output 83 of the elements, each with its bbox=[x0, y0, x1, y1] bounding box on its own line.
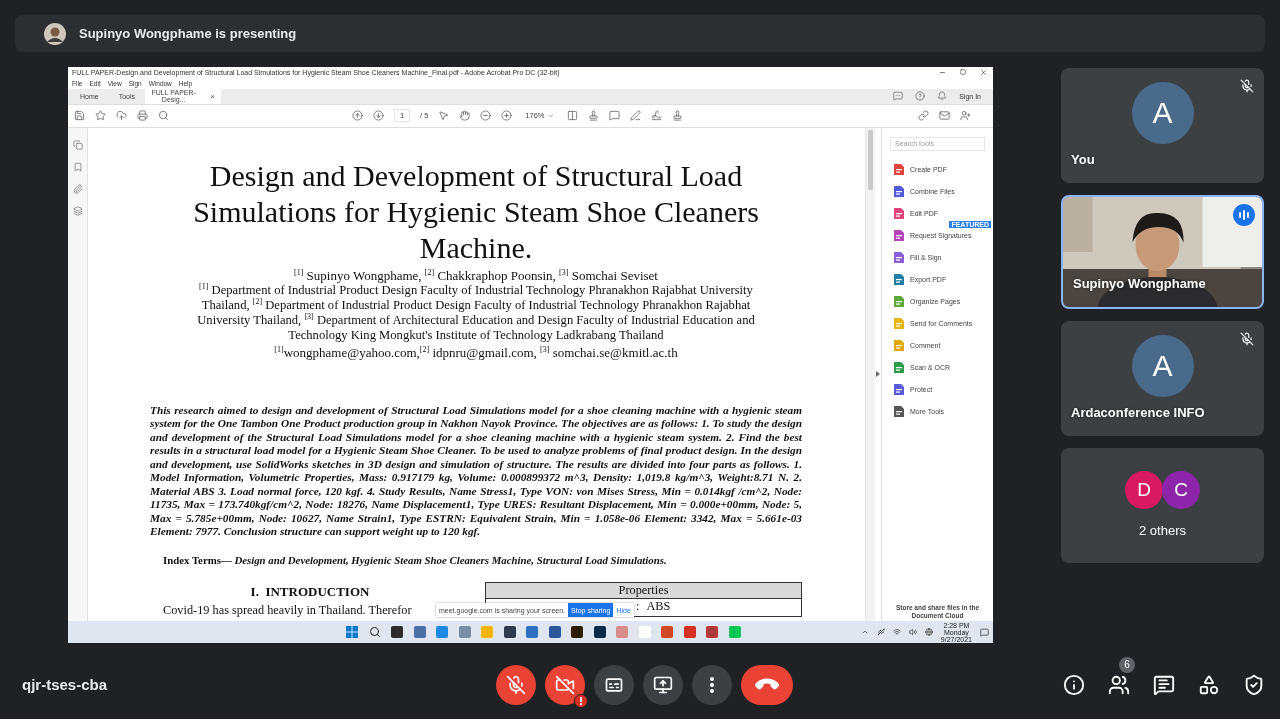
print-icon[interactable] bbox=[137, 110, 148, 122]
presenter-label: Supinyo Wongphame is presenting bbox=[79, 26, 297, 41]
avatar-icon bbox=[44, 22, 66, 45]
table-cell: : bbox=[636, 599, 640, 616]
windows-logo-icon[interactable] bbox=[346, 626, 358, 639]
pointer-icon[interactable] bbox=[438, 110, 450, 122]
save-icon[interactable] bbox=[74, 110, 85, 122]
page-down-icon[interactable] bbox=[373, 110, 384, 122]
signature-icon[interactable] bbox=[650, 110, 662, 122]
microphone-button[interactable] bbox=[495, 664, 536, 705]
usb-icon[interactable] bbox=[876, 628, 885, 637]
add-user-icon[interactable] bbox=[959, 110, 971, 122]
participant-name: You bbox=[1071, 152, 1095, 167]
table-cell: ABS bbox=[646, 599, 671, 616]
zoom-out-icon[interactable] bbox=[480, 110, 492, 122]
mic-off-icon bbox=[1240, 332, 1254, 346]
mic-off-icon bbox=[505, 674, 526, 695]
index-terms: Index Terms— Design and Development, Hygienic Steam Shoe Cleaners Machine, Structural Load Simulations. bbox=[163, 554, 668, 567]
comment-icon[interactable] bbox=[608, 110, 620, 122]
chat-icon bbox=[1153, 673, 1175, 696]
mic-off-icon bbox=[1240, 79, 1254, 93]
shapes-icon bbox=[1198, 673, 1220, 696]
close-icon[interactable] bbox=[980, 69, 987, 76]
bookmark-icon[interactable] bbox=[72, 161, 83, 172]
link-icon[interactable] bbox=[917, 110, 929, 122]
participant-name: Supinyo Wongphame bbox=[1073, 276, 1206, 291]
app-icon[interactable] bbox=[593, 626, 606, 639]
present-icon bbox=[652, 674, 673, 695]
search-icon[interactable] bbox=[368, 626, 381, 639]
avatar: D bbox=[1125, 471, 1163, 509]
info-button[interactable] bbox=[1062, 672, 1086, 697]
search-icon[interactable] bbox=[158, 110, 169, 122]
chat-icon[interactable] bbox=[893, 91, 904, 102]
zoom-in-icon[interactable] bbox=[501, 110, 513, 122]
shield-icon bbox=[1243, 673, 1265, 696]
stamp-icon[interactable] bbox=[587, 110, 599, 122]
alert-icon bbox=[573, 693, 588, 708]
mail-icon[interactable] bbox=[938, 110, 950, 122]
pen-icon[interactable] bbox=[629, 110, 641, 122]
cloud-upload-icon[interactable] bbox=[116, 110, 127, 122]
participant-name: Ardaconference INFO bbox=[1071, 405, 1205, 420]
help-icon[interactable] bbox=[915, 91, 926, 102]
section-heading: I. INTRODUCTION bbox=[250, 584, 370, 601]
app-icon[interactable] bbox=[571, 626, 583, 639]
table-header: Properties bbox=[486, 583, 801, 600]
body-text: Covid-19 has spread heavily in Thailand. Therefor bbox=[163, 603, 412, 618]
participant-name: 2 others bbox=[1139, 523, 1186, 538]
avatar: A bbox=[1131, 82, 1194, 144]
star-icon[interactable] bbox=[95, 110, 106, 122]
count-badge: 6 bbox=[1119, 656, 1135, 673]
notifications-icon[interactable] bbox=[980, 627, 989, 637]
camera-button[interactable] bbox=[544, 664, 585, 705]
layers-icon[interactable] bbox=[72, 205, 83, 216]
meeting-code: qjr-tses-cba bbox=[22, 676, 109, 693]
globe-icon[interactable] bbox=[924, 628, 933, 637]
abstract-paragraph: This research aimed to design and development of Structural Load Simulations model for a shoe cleaning machine with a hygienic steam system for the One Tambon One Product production group in Nakhon Nayok Province. The objectives are as follows: 1. To study the design and development of the Structural Load Simulations model for a shoe cleaning machine with a hygienic steam system. 2. Find the best results in a structural load model for a Hygienic Steam Shoe Cleaner. To be used to analyze problems of final product design. In the design and development, use SolidWorks sketches in 3D design and simulation of structure. The results are divided into four parts as follows. 1. Model Information, Volumetric Properties, Mass: 0.917179 kg, Volume: 0.000899372 m^3, Density: 1,019.8 kg/m^3, Weight:8.71 N. 2. Material ABS 3. Load normal force, 120 kgf. 4. Study Results, Name Stress1, Type VON: von Mises Stress, Min = 0.014kgf /cm^2, Node: 11735, Max = 173.740kgf/cm^2, Node: 18276, Name Displacement1, Type URES: Resultant Displacement, Min = 0.000e+00mm, Node: 5, Max = 5.785e+00mm, Node: 10627, Name Strain1, Type ESTRN: Equivalent Strain, Min = 1.058e-06 Element: 3342, Max = 5.661e-03 Element: 7977. Conclusion structure can support weight up to 120 kgf. bbox=[150, 403, 802, 539]
page-up-icon[interactable] bbox=[352, 110, 363, 122]
leave-call-button[interactable] bbox=[740, 664, 793, 705]
app-icon[interactable] bbox=[391, 626, 403, 639]
minimize-icon[interactable] bbox=[939, 69, 946, 76]
document-title: Design and Development of Structural Load Simulations for Hygienic Steam Shoe Cleaners Machine. bbox=[192, 157, 760, 266]
affiliations: $^{[1]}$ Department of Industrial Product Design Faculty of Industrial Technology Phranakhon Rajabhat University Thailand, $^{[2]}$ Department of Industrial Product Design Faculty of Industrial Technology Phranakhon Rajabhat University Thailand, $^{[3]}$ Department of Architectural Education and Design Faculty of Industrial Education and Technology King Mongkut's Institute of Technology Ladkrabang Thailand bbox=[196, 282, 756, 343]
avatar: C bbox=[1162, 471, 1200, 509]
maximize-icon[interactable] bbox=[960, 69, 966, 75]
bell-icon[interactable] bbox=[937, 91, 948, 102]
hand-icon[interactable] bbox=[459, 110, 471, 122]
camera-off-icon bbox=[554, 674, 575, 695]
caret-icon bbox=[547, 112, 554, 119]
app-icon[interactable] bbox=[548, 626, 561, 639]
more-icon bbox=[709, 676, 714, 693]
page-layout-icon[interactable] bbox=[566, 110, 578, 122]
people-icon bbox=[1108, 673, 1130, 696]
volume-icon[interactable] bbox=[908, 628, 917, 637]
wifi-icon[interactable] bbox=[892, 628, 901, 637]
email-list: $^{[1]}$wongphame@yahoo.com,$^{[2]}$ idpnru@gmail.com, $^{[3]}$ somchai.se@kmitl.ac.th bbox=[150, 344, 802, 360]
avatar: A bbox=[1131, 335, 1194, 397]
close-icon[interactable]: × bbox=[210, 91, 216, 101]
stamp-icon[interactable] bbox=[671, 110, 683, 122]
author-list: $^{[1]}$ Supinyo Wongphame, $^{[2]}$ Chakkraphop Poonsin, $^{[3]}$ Somchai Seviset bbox=[150, 267, 802, 283]
app-icon[interactable] bbox=[503, 626, 516, 639]
pages-icon[interactable] bbox=[72, 139, 83, 150]
info-icon bbox=[1063, 673, 1085, 696]
paperclip-icon[interactable] bbox=[72, 183, 83, 194]
